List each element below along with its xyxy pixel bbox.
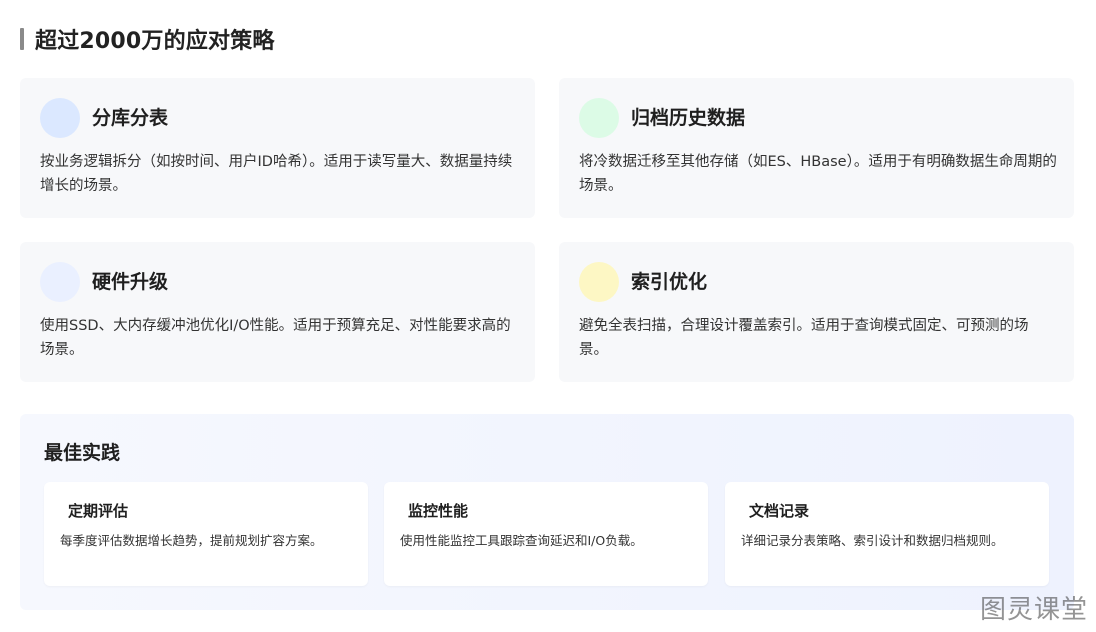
card-title: 分库分表 — [92, 107, 169, 129]
practice-card-monitor: 监控性能 使用性能监控工具跟踪查询延迟和I/O负载。 — [384, 482, 708, 586]
practice-description: 使用性能监控工具跟踪查询延迟和I/O负载。 — [400, 533, 643, 548]
card-title: 硬件升级 — [92, 271, 169, 293]
card-description: 使用SSD、大内存缓冲池优化I/O性能。适用于预算充足、对性能要求高的场景。 — [40, 318, 511, 358]
yellow-circle-icon — [579, 262, 619, 302]
card-description: 按业务逻辑拆分（如按时间、用户ID哈希）。适用于读写量大、数据量持续增长的场景。 — [40, 154, 513, 194]
card-title: 索引优化 — [631, 271, 708, 293]
watermark-logo: 图灵课堂 — [979, 595, 1088, 625]
header-accent-bar — [20, 28, 24, 50]
card-description: 将冷数据迁移至其他存储（如ES、HBase）。适用于有明确数据生命周期的场景。 — [579, 154, 1057, 194]
card-description: 避免全表扫描，合理设计覆盖索引。适用于查询模式固定、可预测的场景。 — [579, 318, 1029, 358]
page-header: 超过2000万的应对策略 — [20, 26, 275, 54]
strategy-card-archive: 归档历史数据 将冷数据迁移至其他存储（如ES、HBase）。适用于有明确数据生命… — [559, 78, 1074, 218]
practice-card-evaluate: 定期评估 每季度评估数据增长趋势，提前规划扩容方案。 — [44, 482, 368, 586]
practice-title: 定期评估 — [68, 502, 129, 520]
practice-description: 每季度评估数据增长趋势，提前规划扩容方案。 — [60, 533, 323, 548]
best-practices-title: 最佳实践 — [44, 442, 121, 464]
strategy-card-index: 索引优化 避免全表扫描，合理设计覆盖索引。适用于查询模式固定、可预测的场景。 — [559, 242, 1074, 382]
lavender-circle-icon — [40, 262, 80, 302]
card-title: 归档历史数据 — [631, 107, 746, 129]
page-title: 超过2000万的应对策略 — [35, 29, 275, 54]
strategy-card-sharding: 分库分表 按业务逻辑拆分（如按时间、用户ID哈希）。适用于读写量大、数据量持续增… — [20, 78, 535, 218]
practice-title: 监控性能 — [408, 502, 469, 520]
blue-circle-icon — [40, 98, 80, 138]
green-circle-icon — [579, 98, 619, 138]
best-practices-panel: 最佳实践 定期评估 每季度评估数据增长趋势，提前规划扩容方案。 监控性能 使用性… — [20, 414, 1074, 610]
practice-card-document: 文档记录 详细记录分表策略、索引设计和数据归档规则。 — [725, 482, 1049, 586]
practice-title: 文档记录 — [749, 502, 810, 520]
practice-description: 详细记录分表策略、索引设计和数据归档规则。 — [741, 533, 1004, 548]
strategy-card-hardware: 硬件升级 使用SSD、大内存缓冲池优化I/O性能。适用于预算充足、对性能要求高的… — [20, 242, 535, 382]
